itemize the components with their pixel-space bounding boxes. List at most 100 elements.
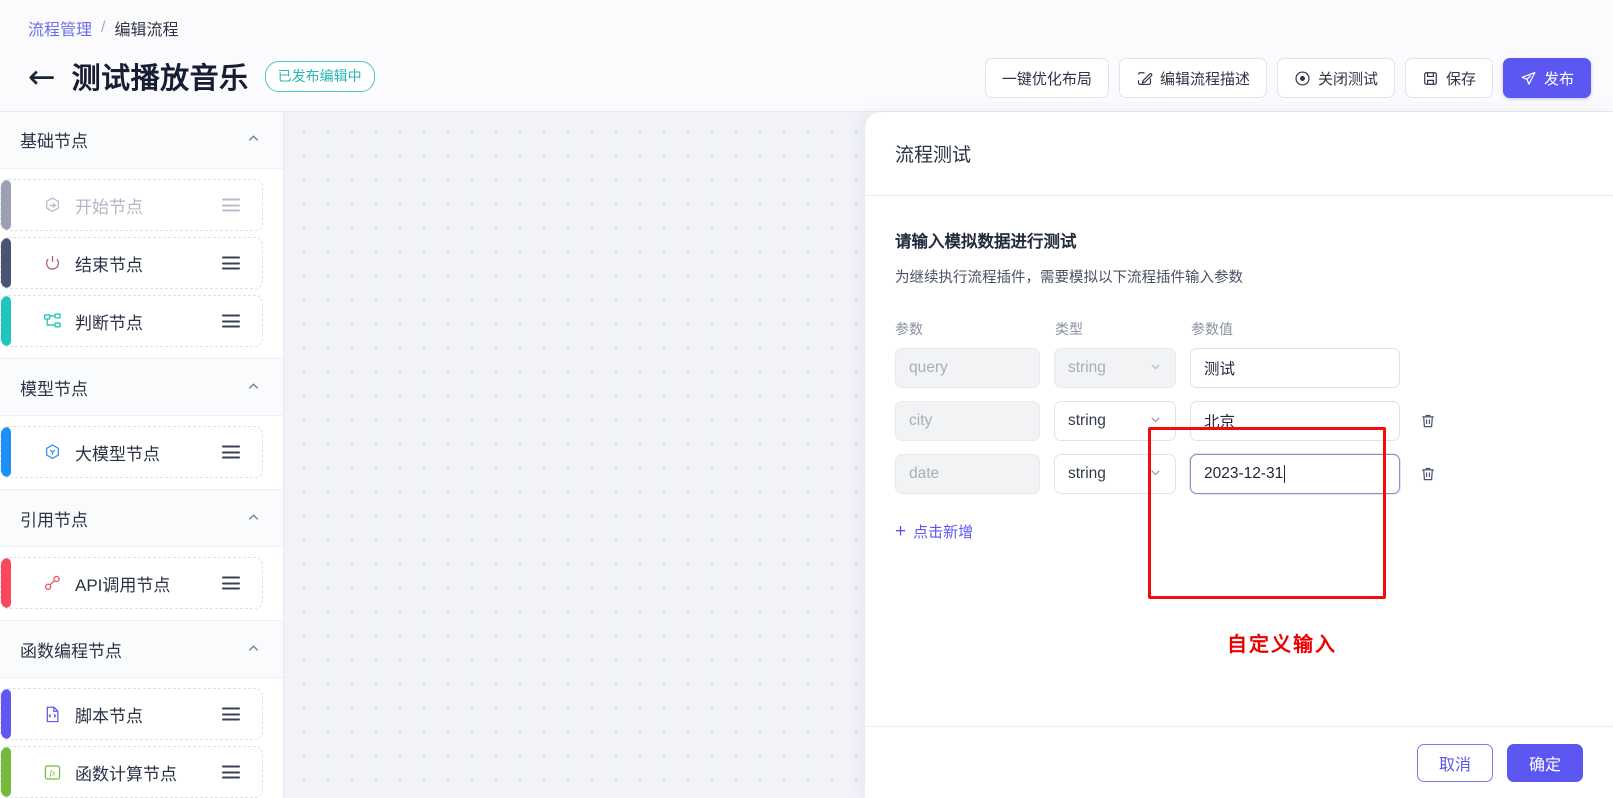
palette-node-llm[interactable]: 大模型节点 bbox=[0, 426, 263, 478]
palette-node-label: 结束节点 bbox=[75, 255, 143, 275]
palette-node-api[interactable]: API调用节点 bbox=[0, 557, 263, 609]
chevron-up-icon[interactable] bbox=[246, 510, 261, 527]
node-color-bar bbox=[1, 296, 11, 346]
sidebar-group-header-model[interactable]: 模型节点 bbox=[0, 358, 283, 416]
publish-label: 发布 bbox=[1543, 70, 1574, 88]
palette-node-script[interactable]: 脚本节点 bbox=[0, 688, 263, 740]
sidebar-node-list-reference: API调用节点 bbox=[0, 547, 283, 621]
sidebar-group-title: 引用节点 bbox=[20, 510, 88, 530]
palette-node-start[interactable]: 开始节点 bbox=[0, 179, 263, 231]
drag-handle-icon[interactable] bbox=[222, 576, 240, 590]
send-plane-icon bbox=[1520, 70, 1537, 87]
text-caret bbox=[1284, 465, 1286, 483]
annotation-label: 自定义输入 bbox=[1227, 634, 1337, 656]
column-header-value: 参数值 bbox=[1191, 321, 1233, 337]
param-rows: query string 测试 city string 北京 date stri… bbox=[895, 348, 1583, 494]
svg-text:fx: fx bbox=[49, 768, 55, 777]
plus-icon: + bbox=[895, 521, 907, 542]
arrow-left-icon[interactable]: ← bbox=[28, 60, 56, 93]
palette-node-branch[interactable]: 判断节点 bbox=[0, 295, 263, 347]
sidebar-group-header-function[interactable]: 函数编程节点 bbox=[0, 620, 283, 678]
optimize-layout-label: 一键优化布局 bbox=[1001, 70, 1092, 88]
param-type-select[interactable]: string bbox=[1054, 401, 1176, 441]
app-root: 流程管理 / 编辑流程 ← 测试播放音乐 已发布编辑中 一键优化布局 编辑流程描… bbox=[0, 0, 1613, 798]
node-color-bar bbox=[1, 180, 11, 230]
edit-description-button[interactable]: 编辑流程描述 bbox=[1118, 58, 1267, 98]
add-param-button[interactable]: + 点击新增 bbox=[895, 521, 973, 542]
palette-node-label: 开始节点 bbox=[75, 197, 143, 217]
node-color-bar bbox=[1, 238, 11, 288]
panel-body: 请输入模拟数据进行测试 为继续执行流程插件，需要模拟以下流程插件输入参数 参数 … bbox=[865, 196, 1613, 726]
sidebar-group-title: 函数编程节点 bbox=[20, 641, 122, 661]
breadcrumb-parent-link[interactable]: 流程管理 bbox=[28, 16, 92, 40]
param-value-input[interactable]: 2023-12-31 bbox=[1190, 454, 1400, 494]
close-test-button[interactable]: 关闭测试 bbox=[1276, 58, 1395, 98]
palette-node-fx[interactable]: fx 函数计算节点 bbox=[0, 746, 263, 798]
node-palette-sidebar[interactable]: 基础节点 开始节点 结束节点 判断节点 模型节点 大模型节点 引用节点 API调… bbox=[0, 112, 284, 798]
drag-handle-icon[interactable] bbox=[222, 765, 240, 779]
top-bar: 流程管理 / 编辑流程 ← 测试播放音乐 已发布编辑中 一键优化布局 编辑流程描… bbox=[0, 0, 1613, 112]
sidebar-group-title: 模型节点 bbox=[20, 379, 88, 399]
node-color-bar bbox=[1, 427, 11, 477]
param-type-value: string bbox=[1068, 412, 1106, 429]
sidebar-node-list-model: 大模型节点 bbox=[0, 416, 283, 490]
param-row: query string 测试 bbox=[895, 348, 1583, 388]
column-header-type: 类型 bbox=[1055, 321, 1083, 337]
panel-footer: 取消 确定 bbox=[865, 726, 1613, 798]
fx-icon: fx bbox=[41, 761, 63, 783]
save-button[interactable]: 保存 bbox=[1404, 58, 1493, 98]
palette-node-end[interactable]: 结束节点 bbox=[0, 237, 263, 289]
record-circle-icon bbox=[1294, 70, 1311, 87]
node-color-bar bbox=[1, 747, 11, 797]
trash-icon[interactable] bbox=[1418, 411, 1438, 431]
drag-handle-icon[interactable] bbox=[222, 445, 240, 459]
chevron-up-icon[interactable] bbox=[246, 379, 261, 396]
panel-title: 流程测试 bbox=[895, 145, 972, 166]
power-icon bbox=[41, 252, 63, 274]
palette-node-label: 脚本节点 bbox=[75, 706, 143, 726]
param-name-input: query bbox=[895, 348, 1040, 388]
sidebar-node-list-function: 脚本节点 fx 函数计算节点 bbox=[0, 678, 283, 798]
close-test-label: 关闭测试 bbox=[1317, 70, 1378, 88]
edit-description-label: 编辑流程描述 bbox=[1159, 70, 1250, 88]
panel-header: 流程测试 bbox=[865, 112, 1613, 196]
param-value-text: 2023-12-31 bbox=[1204, 465, 1284, 482]
param-type-select: string bbox=[1054, 348, 1176, 388]
code-file-icon bbox=[41, 703, 63, 725]
drag-handle-icon[interactable] bbox=[222, 198, 240, 212]
panel-body-subtitle: 为继续执行流程插件，需要模拟以下流程插件输入参数 bbox=[895, 270, 1243, 286]
param-value-input[interactable]: 北京 bbox=[1190, 401, 1400, 441]
cancel-button[interactable]: 取消 bbox=[1417, 743, 1493, 782]
drag-handle-icon[interactable] bbox=[222, 256, 240, 270]
palette-node-label: 大模型节点 bbox=[75, 444, 160, 464]
flow-test-panel: 流程测试 请输入模拟数据进行测试 为继续执行流程插件，需要模拟以下流程插件输入参… bbox=[865, 112, 1613, 798]
trash-icon[interactable] bbox=[1418, 464, 1438, 484]
sidebar-group-title: 基础节点 bbox=[20, 132, 88, 151]
chevron-up-icon[interactable] bbox=[246, 131, 261, 148]
branch-icon bbox=[41, 310, 63, 332]
page-title: 测试播放音乐 bbox=[71, 63, 249, 95]
publish-button[interactable]: 发布 bbox=[1502, 58, 1591, 98]
optimize-layout-button[interactable]: 一键优化布局 bbox=[984, 58, 1109, 98]
param-type-select[interactable]: string bbox=[1054, 454, 1176, 494]
sidebar-group-header-reference[interactable]: 引用节点 bbox=[0, 489, 283, 547]
drag-handle-icon[interactable] bbox=[222, 314, 240, 328]
param-row: city string 北京 bbox=[895, 401, 1583, 441]
panel-body-title: 请输入模拟数据进行测试 bbox=[895, 233, 1077, 251]
confirm-button[interactable]: 确定 bbox=[1507, 743, 1583, 782]
model-hexagon-icon bbox=[41, 441, 63, 463]
save-disk-icon bbox=[1422, 70, 1439, 87]
node-color-bar bbox=[1, 689, 11, 739]
param-value-input[interactable]: 测试 bbox=[1190, 348, 1400, 388]
column-header-name: 参数 bbox=[895, 321, 923, 337]
param-type-value: string bbox=[1068, 359, 1106, 376]
breadcrumb-separator: / bbox=[101, 19, 106, 36]
drag-handle-icon[interactable] bbox=[222, 707, 240, 721]
toolbar: 一键优化布局 编辑流程描述 关闭测试 保存 发布 bbox=[984, 58, 1591, 98]
edit-pencil-icon bbox=[1136, 70, 1153, 87]
add-param-label: 点击新增 bbox=[913, 524, 974, 541]
palette-node-label: API调用节点 bbox=[75, 575, 171, 595]
chevron-down-icon bbox=[1149, 466, 1162, 482]
chevron-up-icon[interactable] bbox=[246, 641, 261, 658]
sidebar-group-header-basic[interactable]: 基础节点 bbox=[0, 112, 283, 169]
